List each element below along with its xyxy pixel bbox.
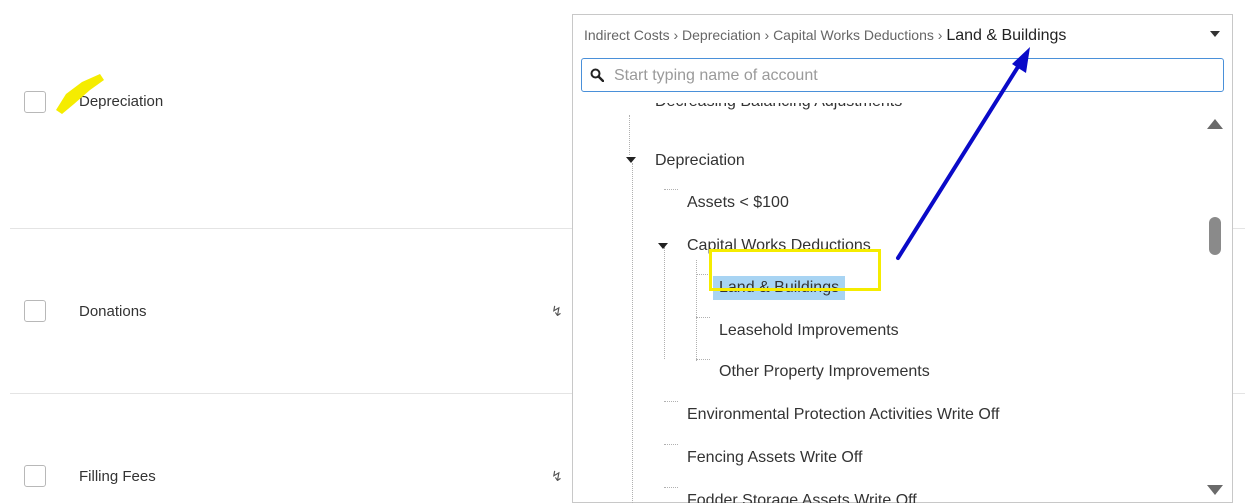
tree-line — [696, 274, 710, 275]
checkbox[interactable] — [24, 300, 46, 322]
tree-item[interactable]: Environmental Protection Activities Writ… — [687, 406, 999, 424]
highlight-box — [709, 249, 881, 291]
tree-line — [664, 247, 665, 359]
account-dropdown[interactable]: Indirect Costs › Depreciation › Capital … — [572, 14, 1233, 503]
chevron-down-icon[interactable] — [1210, 31, 1220, 37]
tree-line — [664, 487, 678, 488]
tree-item[interactable]: Assets < $100 — [687, 194, 789, 212]
checkbox[interactable] — [24, 91, 46, 113]
row-label: Donations — [79, 303, 147, 320]
search-field[interactable] — [581, 58, 1224, 92]
tree-item-depreciation[interactable]: Depreciation — [655, 152, 745, 170]
scrollbar[interactable] — [1204, 115, 1224, 495]
caret-down-icon[interactable] — [658, 243, 668, 249]
breadcrumb: Indirect Costs › Depreciation › Capital … — [584, 27, 1066, 45]
tree-item[interactable]: Decreasing Balancing Adjustments — [655, 103, 902, 111]
tree-line — [696, 359, 710, 360]
tree-item[interactable]: Other Property Improvements — [719, 363, 930, 381]
scrollbar-thumb[interactable] — [1209, 217, 1221, 255]
account-tree[interactable]: Decreasing Balancing Adjustments Depreci… — [573, 95, 1198, 503]
search-icon — [590, 68, 604, 82]
breadcrumb-current: Land & Buildings — [946, 27, 1067, 44]
tree-item[interactable]: Fodder Storage Assets Write Off — [687, 492, 917, 503]
tree-line — [696, 260, 697, 361]
checkbox[interactable] — [24, 465, 46, 487]
tree-item[interactable]: Fencing Assets Write Off — [687, 449, 862, 467]
tree-line — [664, 189, 678, 190]
bolt-icon[interactable]: ↯ — [551, 468, 563, 485]
search-input[interactable] — [612, 64, 1206, 88]
row-label: Filling Fees — [79, 468, 156, 485]
scroll-up-icon[interactable] — [1207, 119, 1223, 129]
tree-item[interactable]: Leasehold Improvements — [719, 322, 899, 340]
tree-line — [696, 317, 710, 318]
bolt-icon[interactable]: ↯ — [551, 303, 563, 320]
scroll-down-icon[interactable] — [1207, 485, 1223, 495]
tree-line — [632, 163, 633, 503]
caret-down-icon[interactable] — [626, 157, 636, 163]
tree-line — [664, 444, 678, 445]
tree-line — [629, 115, 630, 155]
tree-line — [664, 401, 678, 402]
highlighter-mark — [56, 74, 104, 114]
breadcrumb-path: Indirect Costs › Depreciation › Capital … — [584, 27, 943, 43]
